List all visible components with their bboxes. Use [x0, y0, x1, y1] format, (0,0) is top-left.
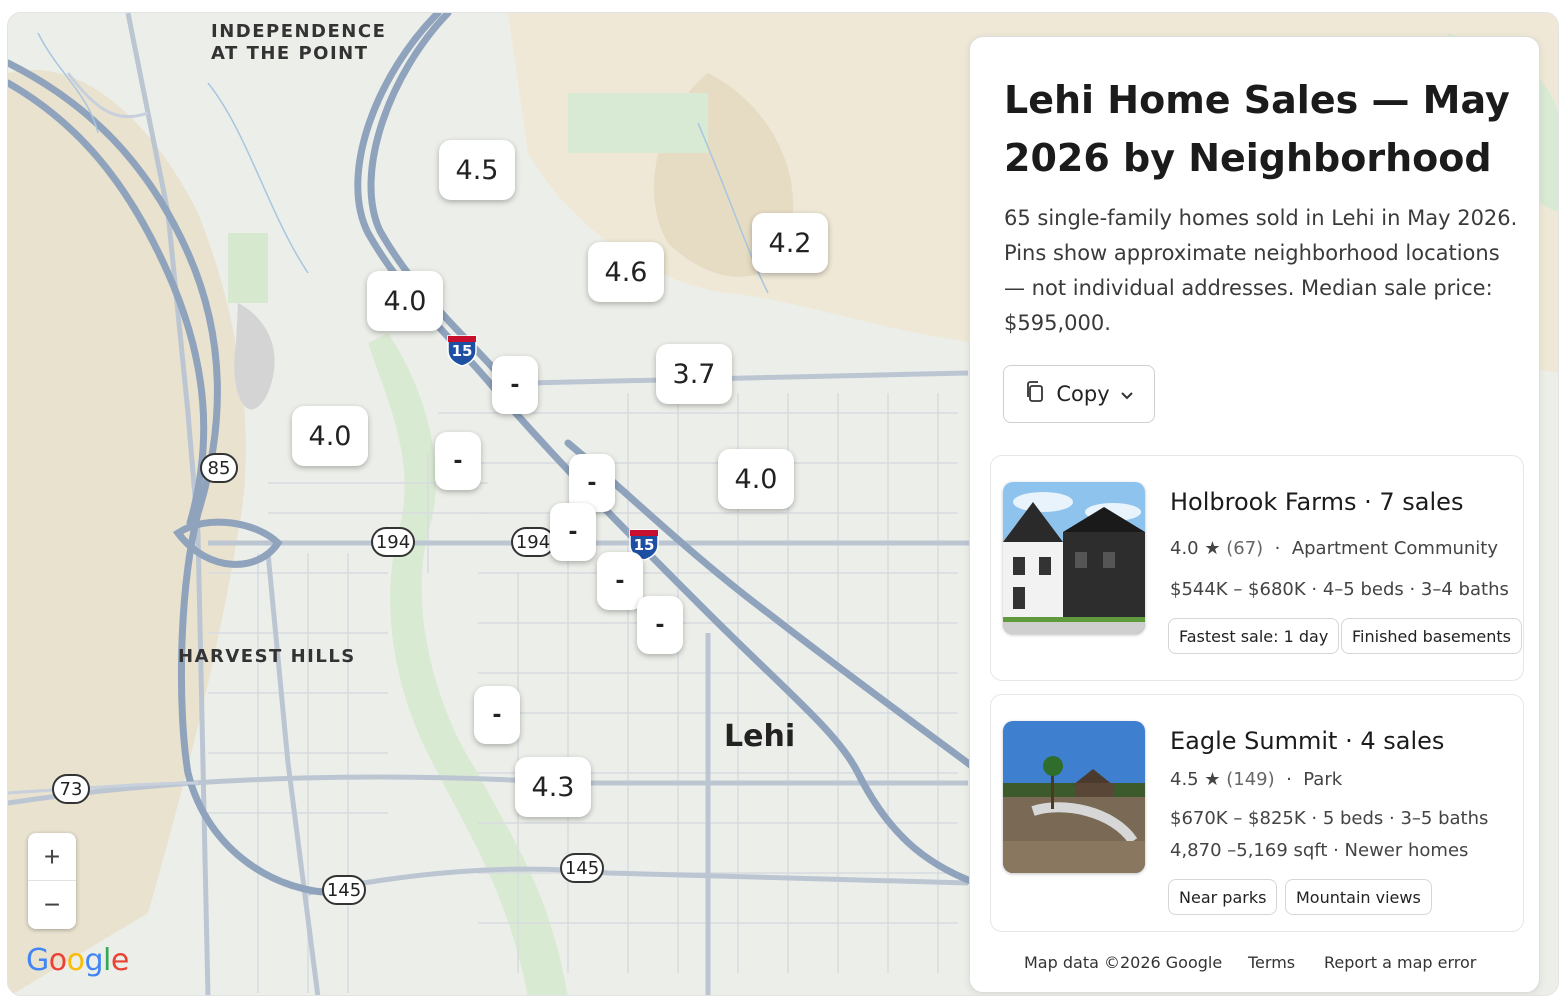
listing-tag: Fastest sale: 1 day: [1168, 618, 1340, 654]
zoom-control: + −: [28, 833, 76, 929]
star-icon: ★: [1204, 769, 1221, 790]
listing-photo: [1003, 482, 1145, 634]
panel-title: Lehi Home Sales — May 2026 by Neighborho…: [1004, 78, 1510, 180]
map-pin-no-rating[interactable]: -: [474, 686, 520, 744]
area-label-independence: INDEPENDENCE AT THE POINT: [211, 21, 387, 64]
map-pin-rating[interactable]: 4.3: [515, 757, 591, 817]
map-pin-rating[interactable]: 4.2: [752, 213, 828, 273]
map-pin-rating[interactable]: 4.5: [439, 140, 515, 200]
listing-card[interactable]: Eagle Summit · 4 sales 4.5 ★ (149) · Par…: [990, 694, 1524, 932]
route-73-shield: 73: [52, 774, 90, 804]
interstate-15-shield: 15: [445, 333, 479, 367]
zoom-out-button[interactable]: −: [28, 881, 76, 929]
star-icon: ★: [1204, 538, 1221, 559]
listing-rating-row: 4.5 ★ (149) · Park: [1170, 769, 1343, 790]
panel-description: 65 single-family homes sold in Lehi in M…: [1004, 206, 1518, 335]
map-data-attribution: Map data ©2026 Google: [1024, 953, 1223, 972]
info-panel: Lehi Home Sales — May 2026 by Neighborho…: [969, 36, 1540, 993]
area-label-harvest-hills: HARVEST HILLS: [178, 646, 356, 667]
listing-card[interactable]: Holbrook Farms · 7 sales 4.0 ★ (67) · Ap…: [990, 455, 1524, 681]
copy-button-label: Copy: [1056, 382, 1110, 406]
listing-photo: [1003, 721, 1145, 873]
terms-link[interactable]: Terms: [1248, 953, 1295, 972]
listing-tag: Mountain views: [1285, 879, 1432, 915]
report-map-error-link[interactable]: Report a map error: [1324, 953, 1476, 972]
zoom-in-button[interactable]: +: [28, 833, 76, 881]
map-pin-rating[interactable]: 4.6: [588, 242, 664, 302]
route-194-shield: 194: [371, 527, 415, 557]
map-pin-rating[interactable]: 4.0: [367, 271, 443, 331]
map-pin-no-rating[interactable]: -: [637, 596, 683, 654]
map-frame: INDEPENDENCE AT THE POINT HARVEST HILLS …: [7, 12, 1559, 996]
listing-title: Eagle Summit · 4 sales: [1170, 727, 1445, 755]
copy-button[interactable]: Copy: [1003, 365, 1155, 423]
listing-title: Holbrook Farms · 7 sales: [1170, 488, 1464, 516]
map-pin-no-rating[interactable]: -: [492, 356, 538, 414]
listing-rating-row: 4.0 ★ (67) · Apartment Community: [1170, 538, 1499, 559]
route-145-shield: 145: [322, 875, 366, 905]
map-pin-no-rating[interactable]: -: [597, 552, 643, 610]
listing-tag: Finished basements: [1341, 618, 1522, 654]
chevron-down-icon: [1120, 382, 1134, 406]
listing-details: $670K – $825K · 5 beds · 3–5 baths: [1170, 808, 1489, 829]
map-pin-rating[interactable]: 4.0: [718, 449, 794, 509]
copy-icon: [1024, 380, 1046, 409]
route-194-shield: 194: [511, 527, 555, 557]
listing-tag: Near parks: [1168, 879, 1278, 915]
map-pin-rating[interactable]: 3.7: [656, 344, 732, 404]
route-85-shield: 85: [200, 453, 238, 483]
map-pin-rating[interactable]: 4.0: [292, 406, 368, 466]
route-145-shield: 145: [560, 853, 604, 883]
map-pin-no-rating[interactable]: -: [435, 432, 481, 490]
google-logo: Google: [26, 943, 129, 978]
city-label-lehi: Lehi: [724, 719, 796, 754]
listing-details: $544K – $680K · 4–5 beds · 3–4 baths: [1170, 579, 1509, 600]
listing-details-secondary: 4,870 –5,169 sqft · Newer homes: [1170, 840, 1469, 861]
map-pin-no-rating[interactable]: -: [550, 503, 596, 561]
